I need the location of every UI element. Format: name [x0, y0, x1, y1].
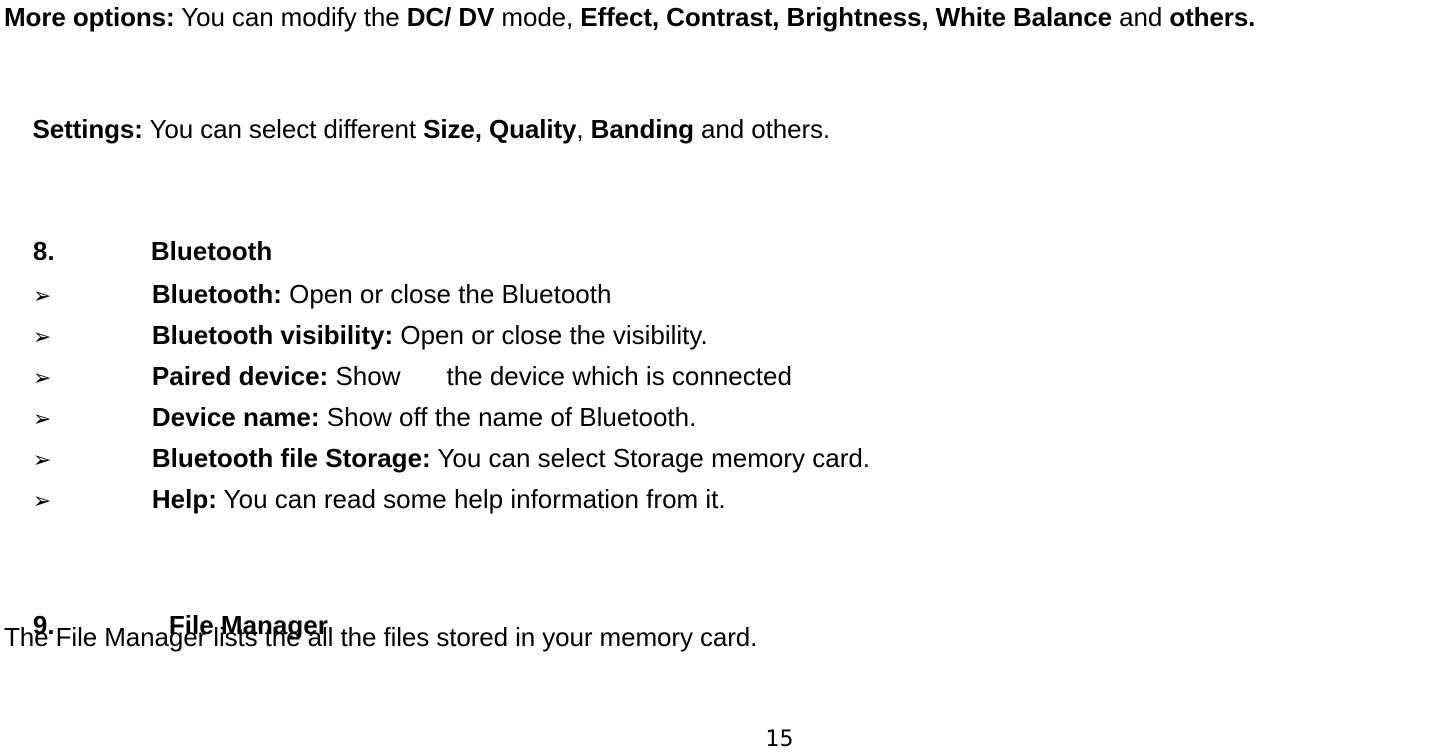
list-item: ➢ Help: You can read some help informatio…	[4, 454, 1434, 547]
more-options-text-3: and	[1111, 2, 1170, 32]
bullet-term-help: Help:	[151, 484, 217, 514]
settings-label: Settings:	[32, 114, 143, 144]
settings-banding: Banding	[590, 114, 694, 144]
settings-text-1: You can select different	[142, 114, 424, 144]
more-options-others: others.	[1169, 2, 1256, 32]
more-options-text-2: mode,	[494, 2, 581, 32]
more-options-dc-dv: DC/ DV	[406, 2, 495, 32]
settings-size-quality: Size, Quality	[423, 114, 577, 144]
more-options-features: Effect, Contrast, Brightness, White Bala…	[580, 2, 1112, 32]
settings-comma: ,	[576, 114, 591, 144]
paragraph-more-options: More options: You can modify the DC/ DV …	[4, 2, 1439, 32]
settings-text-2: and others.	[693, 114, 831, 144]
paragraph-settings: Settings: You can select different Size,…	[4, 84, 831, 174]
document-page: More options: You can modify the DC/ DV …	[0, 0, 1439, 752]
more-options-text-1: You can modify the	[174, 2, 407, 32]
section-9-body-text: The File Manager lists the all the files…	[4, 622, 758, 652]
bullet-desc-help: You can read some help information from …	[216, 484, 726, 514]
page-number: 15	[765, 727, 794, 752]
more-options-label: More options:	[4, 2, 175, 32]
arrow-bullet-icon: ➢	[32, 489, 52, 514]
